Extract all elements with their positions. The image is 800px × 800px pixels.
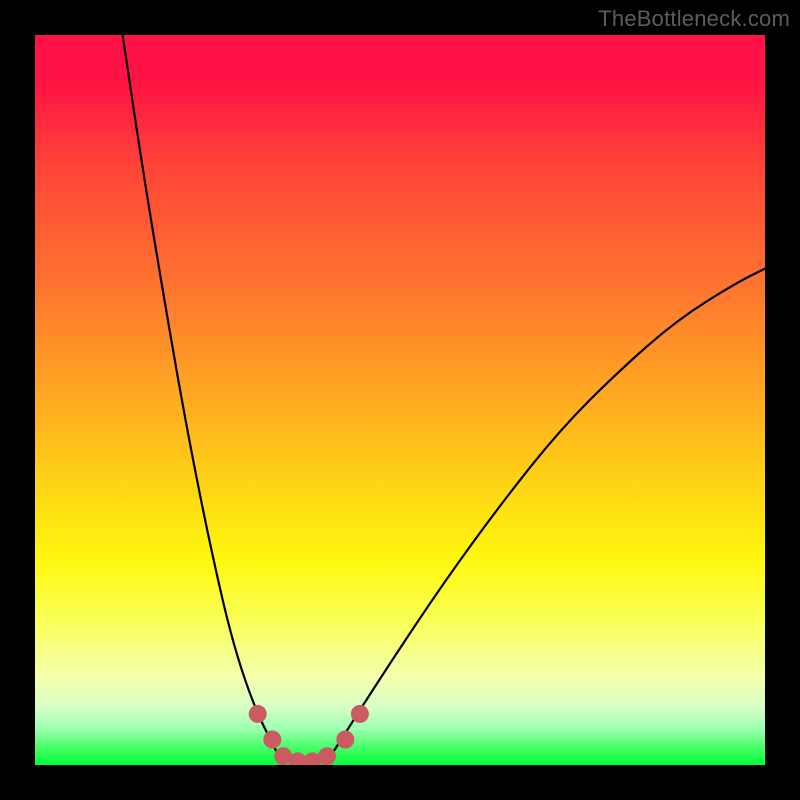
curve-svg (35, 35, 765, 765)
valley-marker (263, 731, 281, 749)
watermark-text: TheBottleneck.com (598, 6, 790, 32)
valley-marker (318, 747, 336, 765)
valley-marker (336, 731, 354, 749)
bottleneck-curve (123, 35, 765, 764)
plot-area (35, 35, 765, 765)
valley-marker (249, 705, 267, 723)
valley-marker (351, 705, 369, 723)
valley-marker-group (249, 705, 369, 765)
chart-stage: TheBottleneck.com (0, 0, 800, 800)
